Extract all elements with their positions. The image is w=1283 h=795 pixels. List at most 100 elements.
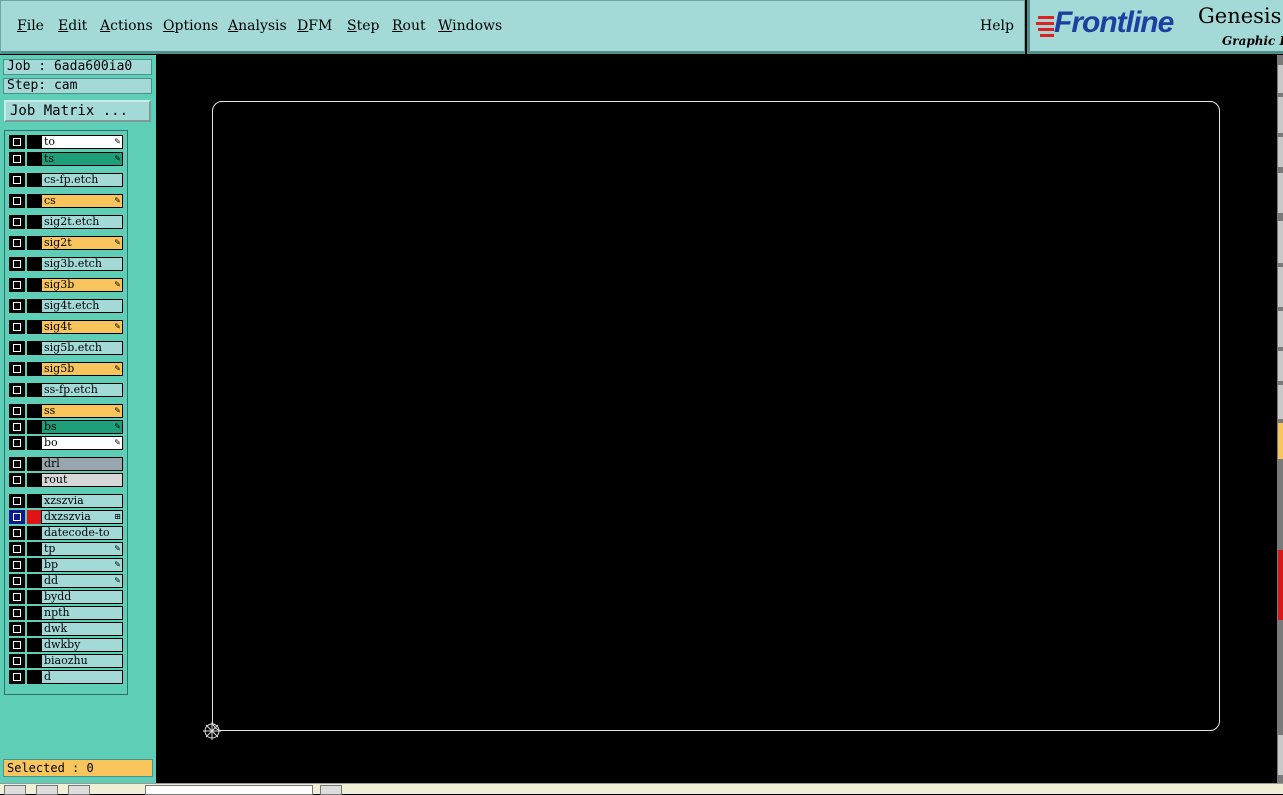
menu-file[interactable]: File [17, 18, 44, 34]
layer-checkbox[interactable] [9, 558, 25, 572]
layer-checkbox[interactable] [9, 404, 25, 418]
layer-name[interactable]: cs-fp.etch [41, 173, 123, 187]
layer-name[interactable]: dwkby [41, 638, 123, 652]
layer-name[interactable]: sig4t.etch [41, 299, 123, 313]
layer-checkbox[interactable] [9, 152, 25, 166]
layer-row[interactable]: d [7, 670, 127, 684]
layer-row[interactable]: sig3b.etch [7, 257, 127, 271]
layer-row[interactable]: sig2t ✎ [7, 236, 127, 250]
layer-name[interactable]: to ✎ [41, 135, 123, 149]
layer-name[interactable]: dd ✎ [41, 574, 123, 588]
layer-color-swatch[interactable] [27, 436, 41, 450]
layer-checkbox[interactable] [9, 341, 25, 355]
layer-name[interactable]: bp ✎ [41, 558, 123, 572]
layer-color-swatch[interactable] [27, 236, 41, 250]
layer-checkbox[interactable] [9, 654, 25, 668]
layer-row[interactable]: rout [7, 473, 127, 487]
layer-checkbox[interactable] [9, 542, 25, 556]
layer-checkbox[interactable] [9, 494, 25, 508]
right-tool-button[interactable] [1278, 385, 1283, 419]
layer-row[interactable]: cs ✎ [7, 194, 127, 208]
layer-checkbox[interactable] [9, 362, 25, 376]
layer-color-swatch[interactable] [27, 473, 41, 487]
layer-checkbox[interactable] [9, 622, 25, 636]
layer-color-swatch[interactable] [27, 542, 41, 556]
layer-color-swatch[interactable] [27, 257, 41, 271]
layer-color-swatch[interactable] [27, 638, 41, 652]
layer-checkbox[interactable] [9, 436, 25, 450]
menu-options[interactable]: Options [163, 18, 218, 34]
layer-row[interactable]: npth [7, 606, 127, 620]
layer-row[interactable]: dd ✎ [7, 574, 127, 588]
layer-color-swatch[interactable] [27, 420, 41, 434]
layer-name[interactable]: d [41, 670, 123, 684]
menu-dfm[interactable]: DFM [297, 18, 332, 34]
layer-color-swatch[interactable] [27, 278, 41, 292]
layer-checkbox[interactable] [9, 420, 25, 434]
layer-checkbox[interactable] [9, 510, 25, 524]
layer-checkbox[interactable] [9, 135, 25, 149]
layer-name[interactable]: ts ✎ [41, 152, 123, 166]
layer-row[interactable]: bydd [7, 590, 127, 604]
layer-row[interactable]: ss-fp.etch [7, 383, 127, 397]
layer-color-swatch[interactable] [27, 404, 41, 418]
layer-name[interactable]: bs ✎ [41, 420, 123, 434]
layer-checkbox[interactable] [9, 473, 25, 487]
layer-row[interactable]: sig3b ✎ [7, 278, 127, 292]
layer-name[interactable]: datecode-to [41, 526, 123, 540]
layer-name[interactable]: dxzszvia ⊞ [41, 510, 123, 524]
job-matrix-button[interactable]: Job Matrix ... [4, 100, 151, 122]
layer-name[interactable]: sig3b ✎ [41, 278, 123, 292]
layer-color-swatch[interactable] [27, 574, 41, 588]
layer-row[interactable]: ts ✎ [7, 152, 127, 166]
layer-name[interactable]: xzszvia [41, 494, 123, 508]
layer-row[interactable]: datecode-to [7, 526, 127, 540]
menu-rout[interactable]: Rout [392, 18, 426, 34]
layer-color-swatch[interactable] [27, 341, 41, 355]
right-tool-button[interactable] [1278, 97, 1283, 133]
layer-color-swatch[interactable] [27, 494, 41, 508]
layer-row[interactable]: bs ✎ [7, 420, 127, 434]
layer-name[interactable]: dwk [41, 622, 123, 636]
layer-name[interactable]: bydd [41, 590, 123, 604]
layer-name[interactable]: sig3b.etch [41, 257, 123, 271]
layer-color-swatch[interactable] [27, 654, 41, 668]
menu-edit[interactable]: Edit [58, 18, 87, 34]
layer-color-swatch[interactable] [27, 383, 41, 397]
layer-row[interactable]: dxzszvia ⊞ [7, 510, 127, 524]
layer-color-swatch[interactable] [27, 299, 41, 313]
layer-checkbox[interactable] [9, 215, 25, 229]
layer-checkbox[interactable] [9, 173, 25, 187]
layer-checkbox[interactable] [9, 278, 25, 292]
layer-color-swatch[interactable] [27, 526, 41, 540]
layer-color-swatch[interactable] [27, 510, 41, 524]
layer-color-swatch[interactable] [27, 590, 41, 604]
layer-color-swatch[interactable] [27, 173, 41, 187]
menu-analysis[interactable]: Analysis [228, 18, 287, 34]
layer-row[interactable]: tp ✎ [7, 542, 127, 556]
right-tool-button[interactable] [1278, 735, 1283, 775]
layer-name[interactable]: ss ✎ [41, 404, 123, 418]
menu-actions[interactable]: Actions [100, 18, 153, 34]
layer-color-swatch[interactable] [27, 457, 41, 471]
layer-color-swatch[interactable] [27, 558, 41, 572]
layer-row[interactable]: biaozhu [7, 654, 127, 668]
layer-color-swatch[interactable] [27, 606, 41, 620]
layer-color-swatch[interactable] [27, 152, 41, 166]
layer-name[interactable]: tp ✎ [41, 542, 123, 556]
layer-row[interactable]: ss ✎ [7, 404, 127, 418]
right-tool-button[interactable] [1278, 550, 1283, 620]
layer-color-swatch[interactable] [27, 670, 41, 684]
layer-color-swatch[interactable] [27, 135, 41, 149]
layer-name[interactable]: sig4t ✎ [41, 320, 123, 334]
layer-color-swatch[interactable] [27, 362, 41, 376]
layer-checkbox[interactable] [9, 457, 25, 471]
layer-checkbox[interactable] [9, 383, 25, 397]
layer-checkbox[interactable] [9, 257, 25, 271]
layer-row[interactable]: bp ✎ [7, 558, 127, 572]
layer-checkbox[interactable] [9, 194, 25, 208]
layer-row[interactable]: bo ✎ [7, 436, 127, 450]
layer-row[interactable]: sig2t.etch [7, 215, 127, 229]
layer-row[interactable]: sig4t ✎ [7, 320, 127, 334]
layer-name[interactable]: rout [41, 473, 123, 487]
